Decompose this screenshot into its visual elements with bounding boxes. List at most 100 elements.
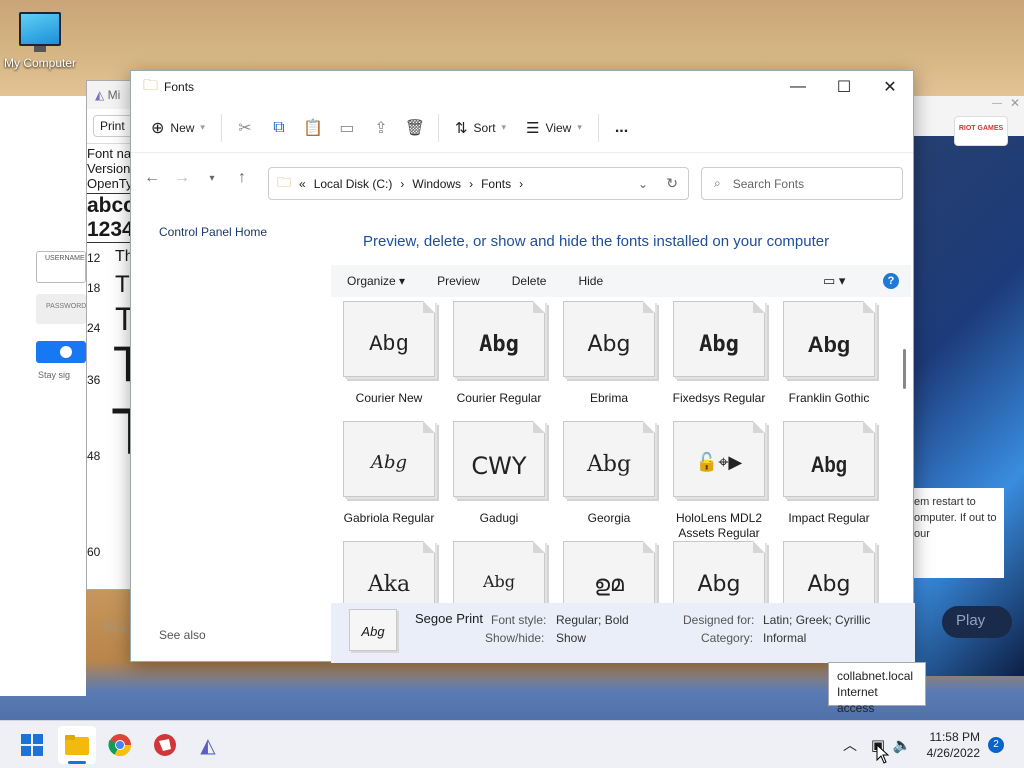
font-style-label: Font style: bbox=[491, 613, 547, 627]
vertical-scrollbar[interactable] bbox=[903, 301, 907, 601]
show-hidden-icons-button[interactable]: ︿ bbox=[836, 731, 864, 759]
password-label: PASSWORD bbox=[46, 303, 87, 310]
font-tile[interactable]: Abg bbox=[449, 541, 549, 603]
preview-button[interactable]: Preview bbox=[421, 274, 496, 288]
username-label: USERNAME bbox=[45, 255, 85, 262]
font-name-label: Courier Regular bbox=[456, 391, 542, 405]
fonts-command-bar: Organize ▾ Preview Delete Hide ▭ ▾ ? bbox=[331, 265, 911, 297]
delete-icon[interactable]: 🗑 bbox=[398, 111, 432, 145]
font-sample: Abg bbox=[697, 572, 741, 597]
font-file-icon: Abg bbox=[673, 541, 765, 603]
font-sample: Abg bbox=[369, 332, 409, 357]
font-file-icon: Aka bbox=[343, 541, 435, 603]
font-tile[interactable]: Abg Franklin Gothic bbox=[779, 301, 879, 406]
start-button[interactable] bbox=[18, 731, 46, 759]
cant-create-link[interactable]: CAN'T CREATE bbox=[104, 622, 130, 634]
new-button[interactable]: ⊕ New ▾ bbox=[141, 111, 215, 145]
font-name-label: Impact Regular bbox=[788, 511, 870, 525]
designed-for-label: Designed for: bbox=[683, 613, 755, 627]
maximize-button[interactable]: ☐ bbox=[821, 71, 867, 103]
font-tile[interactable]: Abg bbox=[669, 541, 769, 603]
minimize-button[interactable]: — bbox=[775, 71, 821, 103]
breadcrumb-fonts[interactable]: Fonts bbox=[481, 177, 511, 191]
sort-button[interactable]: ⇅ Sort ▾ bbox=[445, 111, 516, 145]
clock-time: 11:58 PM bbox=[929, 730, 980, 744]
refresh-icon[interactable]: ↻ bbox=[666, 175, 678, 192]
category-value: Informal bbox=[763, 631, 807, 645]
scrollbar-thumb[interactable] bbox=[903, 349, 906, 389]
organize-button[interactable]: Organize ▾ bbox=[331, 274, 421, 288]
breadcrumb-overflow[interactable]: « bbox=[299, 177, 306, 191]
delete-button[interactable]: Delete bbox=[496, 274, 563, 288]
breadcrumb-local-disk[interactable]: Local Disk (C:) bbox=[314, 177, 393, 191]
browser-login-fragment: USERNAME PASSWORD Stay sig CAN'T CREATE bbox=[0, 96, 128, 696]
chevron-down-icon: ▾ bbox=[399, 274, 406, 288]
font-viewer-icon: ◭ bbox=[95, 88, 105, 102]
font-file-icon: Abg bbox=[343, 421, 435, 497]
font-tile[interactable]: Abg Courier New bbox=[339, 301, 439, 406]
rename-icon[interactable]: ▭ bbox=[330, 111, 364, 145]
size-label: 48 bbox=[87, 449, 101, 463]
font-tile[interactable]: Abg Courier Regular bbox=[449, 301, 549, 406]
password-field[interactable]: PASSWORD bbox=[36, 294, 86, 324]
more-options-button[interactable]: ... bbox=[605, 111, 638, 145]
close-button[interactable]: ✕ bbox=[867, 71, 913, 103]
riot-client-window[interactable]: — ✕ RIOT GAMES em restart to omputer. If… bbox=[914, 96, 1024, 676]
font-tile[interactable]: Abg Georgia bbox=[559, 421, 659, 526]
font-tile[interactable]: Abg Gabriola Regular bbox=[339, 421, 439, 526]
recent-locations-icon[interactable]: ▾ bbox=[197, 173, 227, 184]
help-icon[interactable]: ? bbox=[883, 273, 899, 289]
windows-logo-icon bbox=[21, 734, 43, 756]
view-mode-icon[interactable]: ▭ ▾ bbox=[823, 273, 845, 289]
font-tile[interactable]: Abg Ebrima bbox=[559, 301, 659, 406]
copy-icon[interactable]: ⧉ bbox=[262, 111, 296, 145]
font-tile[interactable]: CWY Gadugi bbox=[449, 421, 549, 526]
close-button[interactable]: ✕ bbox=[1010, 96, 1020, 110]
minimize-button[interactable]: — bbox=[992, 98, 1002, 109]
new-label: New bbox=[170, 120, 195, 135]
forward-arrow-icon[interactable]: → bbox=[167, 169, 197, 187]
notification-badge[interactable]: 2 bbox=[988, 737, 1004, 753]
username-field[interactable]: USERNAME bbox=[36, 251, 86, 283]
chrome-taskbar-button[interactable] bbox=[106, 731, 134, 759]
page-heading: Preview, delete, or show and hide the fo… bbox=[363, 233, 830, 250]
chevron-up-icon: ︿ bbox=[843, 737, 857, 753]
riot-message-panel: em restart to omputer. If out to our bbox=[914, 488, 1004, 578]
hide-button[interactable]: Hide bbox=[562, 274, 619, 288]
font-tile[interactable]: Abg bbox=[779, 541, 879, 603]
desktop-icon-my-computer[interactable]: My Computer bbox=[2, 8, 78, 70]
font-tile[interactable]: Abg Impact Regular bbox=[779, 421, 879, 526]
riot-client-taskbar-button[interactable] bbox=[151, 731, 179, 759]
font-tile[interactable]: ഉമ bbox=[559, 541, 659, 603]
cut-icon[interactable]: ✂ bbox=[228, 111, 262, 145]
facebook-login-button[interactable] bbox=[36, 341, 86, 363]
address-bar[interactable]: 🗀 « Local Disk (C:) › Windows › Fonts › ⌄ ↻ bbox=[268, 167, 689, 200]
font-name-label: Franklin Gothic bbox=[788, 391, 870, 405]
fonts-explorer-window[interactable]: 🗀 Fonts — ☐ ✕ ⊕ New ▾ ✂ ⧉ 📋 ▭ ⇪ 🗑 ⇅ Sort ▾ ☰… bbox=[130, 70, 915, 663]
volume-icon[interactable]: 🔈 bbox=[888, 731, 916, 759]
fonts-folder-icon: 🗀 bbox=[143, 76, 159, 94]
address-dropdown-icon[interactable]: ⌄ bbox=[638, 177, 648, 191]
font-file-icon: 🔓⌖▶ bbox=[673, 421, 765, 497]
font-viewer-taskbar-button[interactable]: ◭ bbox=[194, 731, 222, 759]
view-icon: ☰ bbox=[526, 119, 540, 137]
up-arrow-icon[interactable]: ↑ bbox=[227, 169, 257, 187]
view-button[interactable]: ☰ View ▾ bbox=[516, 111, 592, 145]
font-sample: Abg bbox=[587, 332, 631, 357]
file-explorer-taskbar-button[interactable] bbox=[58, 726, 96, 764]
font-tile[interactable]: Abg Fixedsys Regular bbox=[669, 301, 769, 406]
control-panel-home-link[interactable]: Control Panel Home bbox=[159, 225, 267, 239]
back-arrow-icon[interactable]: ← bbox=[137, 169, 167, 187]
play-button[interactable]: Play bbox=[942, 606, 1012, 638]
desktop-icon-label: My Computer bbox=[3, 56, 77, 70]
font-tile[interactable]: Aka bbox=[339, 541, 439, 603]
font-sample: Abg bbox=[586, 452, 632, 477]
stay-signed-in[interactable]: Stay sig bbox=[38, 370, 70, 380]
breadcrumb-windows[interactable]: Windows bbox=[412, 177, 461, 191]
size-label: 12 bbox=[87, 251, 101, 265]
share-icon[interactable]: ⇪ bbox=[364, 111, 398, 145]
search-input[interactable]: ⌕ Search Fonts bbox=[701, 167, 903, 200]
system-clock[interactable]: 11:58 PM 4/26/2022 bbox=[927, 729, 980, 761]
paste-icon[interactable]: 📋 bbox=[296, 111, 330, 145]
font-tile[interactable]: 🔓⌖▶ HoloLens MDL2 Assets Regular bbox=[669, 421, 769, 541]
